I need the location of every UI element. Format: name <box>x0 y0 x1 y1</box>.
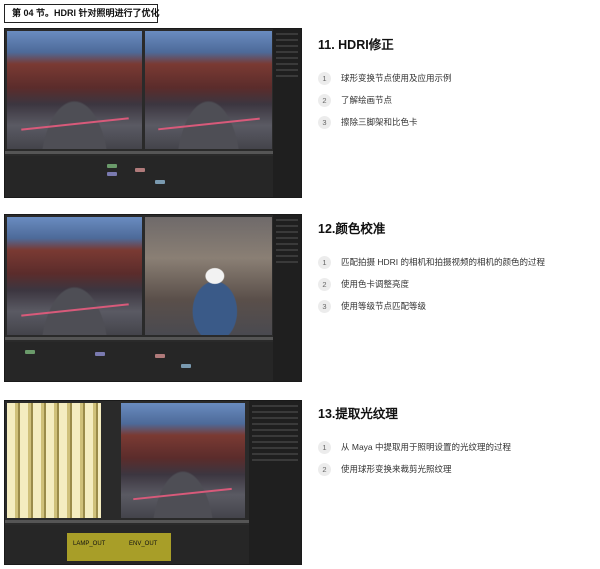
lesson-title: 11. HDRI修正 <box>318 38 394 52</box>
timeline <box>5 520 249 523</box>
number-badge: 1 <box>318 71 331 85</box>
item-text: 擦除三脚架和比色卡 <box>341 117 418 127</box>
list-item: 1 匹配拍摄 HDRI 的相机和拍摄视频的相机的颜色的过程 <box>318 251 598 273</box>
lesson-title: 12.颜色校准 <box>318 222 386 236</box>
list-item: 3 使用等级节点匹配等级 <box>318 295 598 317</box>
item-text: 使用球形变换来裁剪光照纹理 <box>341 464 452 474</box>
viewer-right <box>121 403 245 518</box>
timeline <box>5 151 273 154</box>
lesson-items: 1 匹配拍摄 HDRI 的相机和拍摄视频的相机的颜色的过程 2 使用色卡调整亮度 3… <box>318 251 598 317</box>
number-badge: 2 <box>318 462 331 476</box>
lesson-11: 11. HDRI修正 1 球形变换节点使用及应用示例 2 了解绘画节点 3 擦除三脚架… <box>318 34 598 133</box>
section-tag: 第 04 节。HDRI 针对照明进行了优化 <box>4 4 160 23</box>
properties-panel <box>273 29 301 197</box>
viewer-left <box>7 31 142 149</box>
item-text: 从 Maya 中提取用于照明设置的光纹理的过程 <box>341 442 512 452</box>
lamp-out-label: LAMP_OUT <box>73 541 106 547</box>
list-item: 1 从 Maya 中提取用于照明设置的光纹理的过程 <box>318 436 598 458</box>
item-text: 了解绘画节点 <box>341 95 393 105</box>
lesson-11-screenshot <box>4 28 302 198</box>
number-badge: 3 <box>318 115 331 129</box>
viewer-left <box>7 403 101 518</box>
item-text: 使用等级节点匹配等级 <box>341 301 427 311</box>
number-badge: 2 <box>318 277 331 291</box>
viewer-right <box>145 31 272 149</box>
env-out-label: ENV_OUT <box>129 541 158 547</box>
list-item: 2 了解绘画节点 <box>318 89 598 111</box>
number-badge: 1 <box>318 440 331 454</box>
lesson-13: 13.提取光纹理 1 从 Maya 中提取用于照明设置的光纹理的过程 2 使用球形变… <box>318 403 598 480</box>
list-item: 1 球形变换节点使用及应用示例 <box>318 67 598 89</box>
item-text: 匹配拍摄 HDRI 的相机和拍摄视频的相机的颜色的过程 <box>341 257 546 267</box>
list-item: 2 使用色卡调整亮度 <box>318 273 598 295</box>
lamp-out-node[interactable] <box>67 533 171 561</box>
properties-panel <box>249 401 301 564</box>
timeline <box>5 337 273 340</box>
node-graph <box>5 342 273 381</box>
number-badge: 2 <box>318 93 331 107</box>
node-graph <box>5 156 273 197</box>
node-graph: LAMP_OUT ENV_OUT <box>5 525 249 564</box>
list-item: 2 使用球形变换来裁剪光照纹理 <box>318 458 598 480</box>
lesson-12-screenshot <box>4 214 302 382</box>
lesson-items: 1 从 Maya 中提取用于照明设置的光纹理的过程 2 使用球形变换来裁剪光照纹理 <box>318 436 598 480</box>
number-badge: 3 <box>318 299 331 313</box>
number-badge: 1 <box>318 255 331 269</box>
viewer-left <box>7 217 142 335</box>
lesson-12: 12.颜色校准 1 匹配拍摄 HDRI 的相机和拍摄视频的相机的颜色的过程 2 使用… <box>318 218 598 317</box>
list-item: 3 擦除三脚架和比色卡 <box>318 111 598 133</box>
properties-panel <box>273 215 301 381</box>
lesson-13-screenshot: LAMP_OUT ENV_OUT <box>4 400 302 565</box>
item-text: 使用色卡调整亮度 <box>341 279 410 289</box>
viewer-right <box>145 217 272 335</box>
lesson-items: 1 球形变换节点使用及应用示例 2 了解绘画节点 3 擦除三脚架和比色卡 <box>318 67 598 133</box>
item-text: 球形变换节点使用及应用示例 <box>341 73 452 83</box>
lesson-title: 13.提取光纹理 <box>318 407 398 421</box>
